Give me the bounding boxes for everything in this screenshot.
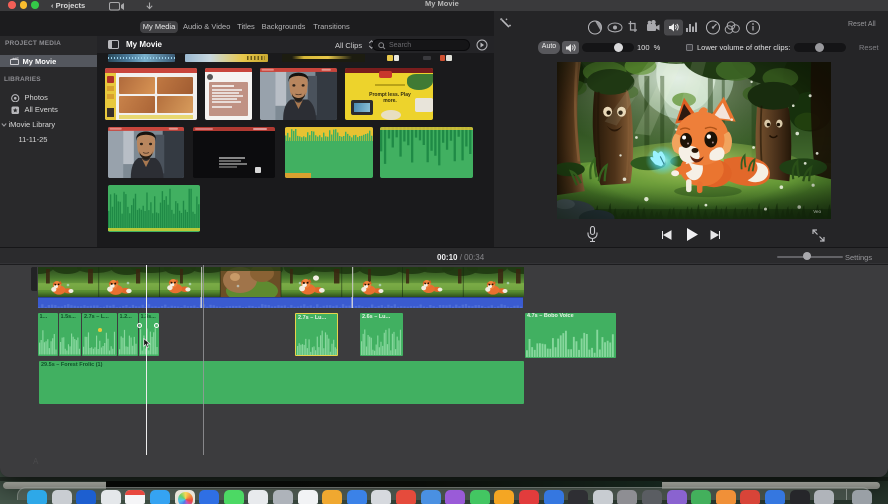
svg-text:Veo: Veo — [813, 209, 821, 214]
